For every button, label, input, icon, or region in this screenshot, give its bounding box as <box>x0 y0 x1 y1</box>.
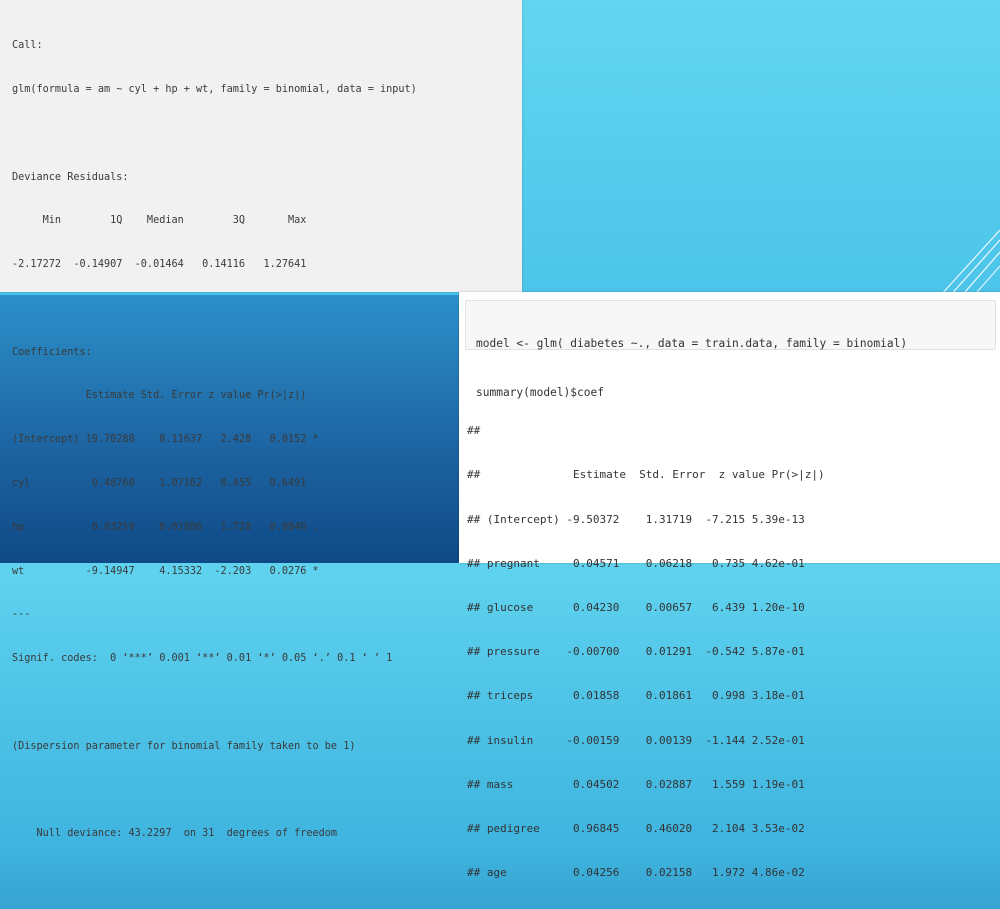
console-line: Min 1Q Median 3Q Max <box>12 215 307 227</box>
console-line: --- <box>12 609 31 621</box>
output-line: ## triceps 0.01858 0.01861 0.998 3.18e-0… <box>467 689 805 703</box>
console-line: (Dispersion parameter for binomial famil… <box>12 740 356 752</box>
output-line: ## mass 0.04502 0.02887 1.559 1.19e-01 <box>467 777 805 791</box>
console-line: hp 0.03259 0.01886 1.728 0.0840 . <box>12 521 319 533</box>
console-line: glm(formula = am ~ cyl + hp + wt, family… <box>12 83 417 95</box>
output-line: ## <box>467 424 481 438</box>
console-line: wt -9.14947 4.15332 -2.203 0.0276 * <box>12 565 319 577</box>
console-line: Call: <box>12 40 43 52</box>
code-chunk[interactable]: model <- glm( diabetes ~., data = train.… <box>465 300 996 399</box>
console-line: cyl 0.48760 1.07162 0.455 0.6491 <box>12 478 307 489</box>
glm-summary-text: Call: glm(formula = am ~ cyl + hp + wt, … <box>12 10 417 871</box>
glm-summary-panel: Call: glm(formula = am ~ cyl + hp + wt, … <box>0 0 522 839</box>
console-line: Null deviance: 43.2297 on 31 degrees of … <box>12 828 338 840</box>
output-line: ## (Intercept) -9.50372 1.31719 -7.215 5… <box>467 512 805 526</box>
console-line: Estimate Std. Error z value Pr(>|z|) <box>12 390 307 402</box>
output-line: ## age 0.04256 0.02158 1.972 4.86e-02 <box>467 866 805 880</box>
console-line: -2.17272 -0.14907 -0.01464 0.14116 1.276… <box>12 259 307 271</box>
output-line: ## pressure -0.00700 0.01291 -0.542 5.87… <box>467 645 805 659</box>
code-line: model <- glm( diabetes ~., data = train.… <box>476 337 908 351</box>
output-line: ## pregnant 0.04571 0.06218 0.735 4.62e-… <box>467 556 805 570</box>
console-line: Deviance Residuals: <box>12 171 129 183</box>
output-line: ## Estimate Std. Error z value Pr(>|z|) <box>467 468 825 482</box>
decorative-lines-icon <box>940 230 1000 300</box>
console-line: Signif. codes: 0 ‘***’ 0.001 ‘**’ 0.01 ‘… <box>12 653 393 665</box>
console-line: Coefficients: <box>12 346 92 358</box>
output-line: ## pedigree 0.96845 0.46020 2.104 3.53e-… <box>467 821 805 835</box>
console-line: (Intercept) 19.70288 8.11637 2.428 0.015… <box>12 434 319 446</box>
output-line: ## glucose 0.04230 0.00657 6.439 1.20e-1… <box>467 600 805 614</box>
model-coef-panel: model <- glm( diabetes ~., data = train.… <box>459 292 1000 879</box>
output-line: ## insulin -0.00159 0.00139 -1.144 2.52e… <box>467 733 805 747</box>
code-output: ## ## Estimate Std. Error z value Pr(>|z… <box>467 394 825 909</box>
